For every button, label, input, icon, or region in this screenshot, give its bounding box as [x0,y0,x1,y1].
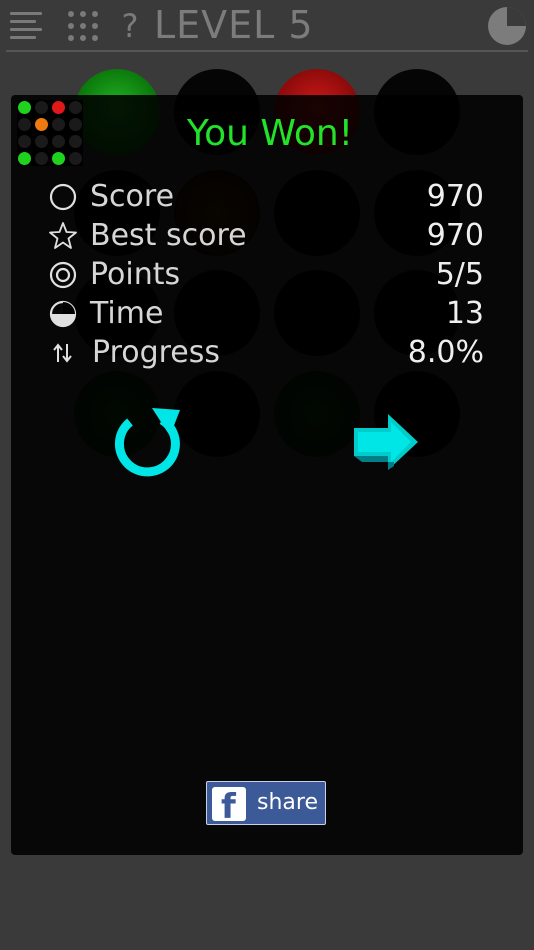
stats-list: Score 970 Best score 970 Points 5/5 Time… [48,178,488,373]
stat-label: Progress [92,335,221,370]
stat-row-best-score: Best score 970 [48,217,488,256]
stat-value: 970 [426,218,484,253]
target-icon [49,261,77,289]
star-icon [49,222,77,249]
facebook-letter: f [221,787,236,821]
score-icon [49,183,77,211]
win-headline: You Won! [186,113,354,154]
stat-row-score: Score 970 [48,178,488,217]
stat-label: Points [90,257,181,292]
clock-icon [49,300,77,328]
stat-value: 5/5 [435,257,484,292]
facebook-icon: f [212,787,246,821]
level-preview-thumbnail [17,100,83,166]
replay-button[interactable] [110,406,186,478]
stat-label: Score [90,179,175,214]
stat-row-progress: Progress 8.0% [48,334,488,373]
up-down-arrows-icon [53,343,72,363]
facebook-share-button[interactable]: f share [206,781,326,825]
stat-row-points: Points 5/5 [48,256,488,295]
stat-value: 13 [445,296,484,331]
stat-row-time: Time 13 [48,295,488,334]
share-label: share [257,790,318,815]
stat-value: 970 [426,179,484,214]
stat-label: Time [90,296,164,331]
stat-label: Best score [90,218,247,253]
stat-value: 8.0% [407,335,484,370]
next-level-button[interactable] [350,410,422,474]
